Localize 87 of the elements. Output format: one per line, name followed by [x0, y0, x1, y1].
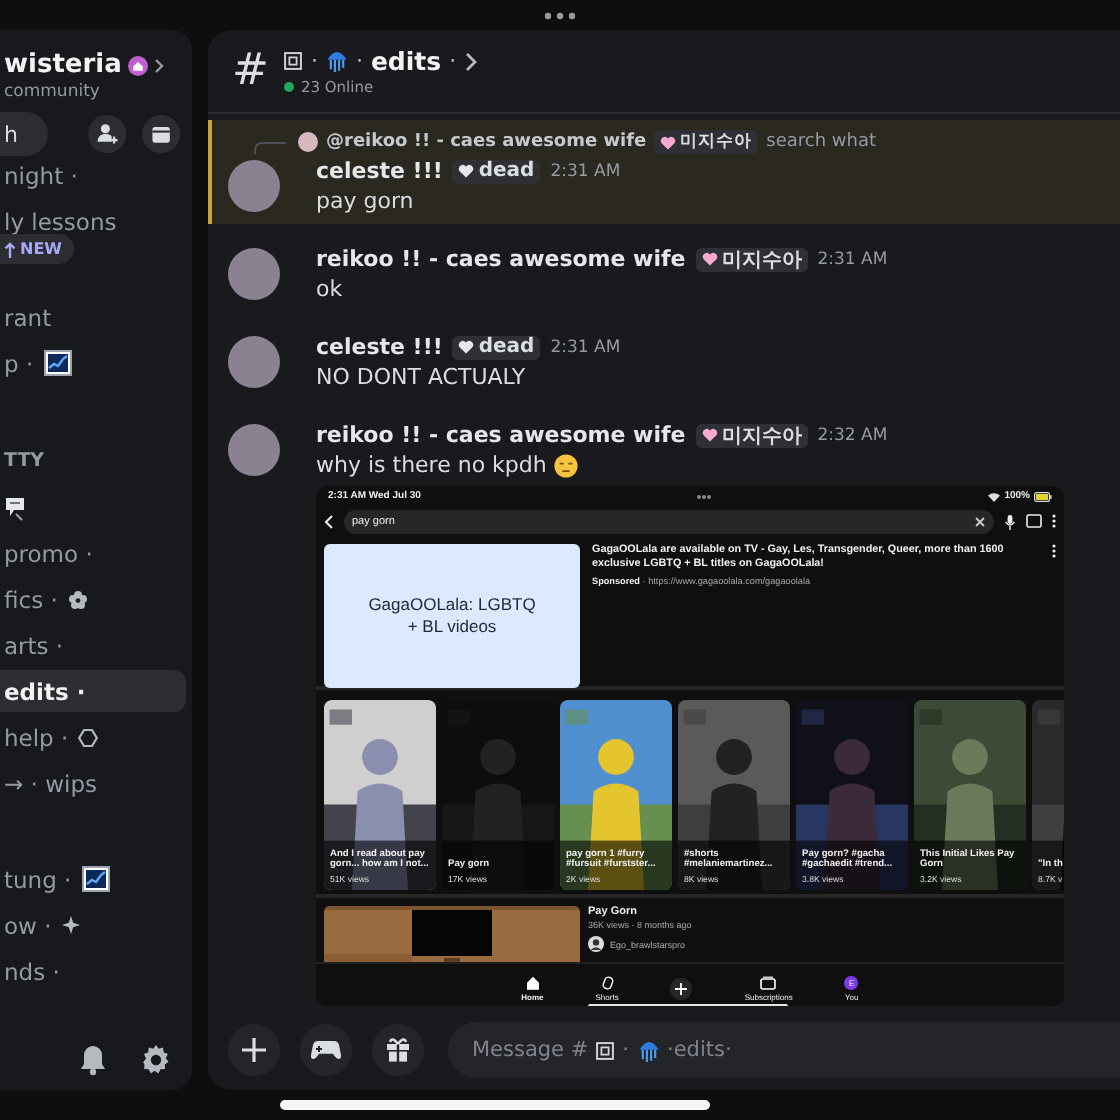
plus-icon[interactable] [228, 1024, 280, 1076]
timestamp: 2:31 AM [550, 161, 621, 181]
home-badge-icon [127, 55, 148, 75]
add-member-icon[interactable] [87, 112, 126, 156]
gamepad-icon[interactable] [300, 1024, 352, 1076]
more-icon[interactable] [544, 11, 576, 19]
channel-item[interactable]: ow · [0, 904, 186, 946]
role-tag: dead [452, 335, 541, 359]
bell-icon[interactable] [78, 1044, 108, 1076]
calendar-icon[interactable] [141, 112, 180, 156]
message-text: NO DONT ACTUALY [316, 362, 526, 392]
microphone-icon[interactable] [1004, 513, 1016, 529]
jellyfish-icon [637, 1037, 659, 1063]
gift-icon[interactable] [372, 1024, 424, 1076]
chart-icon [43, 350, 72, 376]
author-name[interactable]: celeste !!! [316, 158, 443, 184]
cast-icon[interactable] [1026, 514, 1042, 528]
channel-item[interactable]: edits · [0, 670, 186, 712]
shorts-icon [601, 975, 614, 989]
subscriptions-icon [760, 975, 777, 989]
avatar[interactable] [228, 424, 280, 476]
square-icon [596, 1041, 615, 1059]
status-dot [284, 82, 295, 92]
back-icon[interactable] [324, 513, 334, 529]
nav-tab[interactable] [670, 977, 693, 999]
flower-icon [67, 589, 88, 609]
category-label: TTY [2, 447, 47, 475]
avatar-icon [588, 936, 604, 952]
channel-item[interactable]: arts · [0, 624, 186, 666]
message-text: pay gorn [316, 186, 414, 216]
wifi-icon [988, 491, 1001, 501]
avatar[interactable] [228, 248, 280, 300]
chevron-right-icon [153, 57, 164, 73]
sparkle-icon [61, 916, 80, 934]
channel-item[interactable]: → · wips [0, 762, 186, 804]
author-name[interactable]: celeste !!! [316, 334, 443, 360]
timestamp: 2:32 AM [817, 425, 888, 445]
channel-item[interactable]: help · [0, 716, 186, 758]
avatar[interactable] [228, 336, 280, 388]
reply-text: search what [766, 132, 877, 152]
author-name[interactable]: reikoo !! - caes awesome wife [316, 246, 686, 272]
role-tag: 미지수아 [654, 130, 759, 154]
home-icon [525, 975, 540, 989]
message-text: why is there no kpdh [316, 450, 547, 480]
avatar [298, 132, 318, 152]
ad-thumbnail[interactable]: GagaOOLala: LGBTQ + BL videos [324, 544, 580, 688]
title-text: · [355, 48, 363, 74]
channel-hash: # [232, 49, 269, 93]
avatar[interactable] [228, 160, 280, 212]
server-name: wisteria [4, 50, 122, 80]
speech-bubble-icon [4, 493, 28, 521]
square-icon [284, 52, 303, 70]
role-tag: 미지수아 [695, 247, 808, 271]
chart-icon [81, 866, 110, 892]
channel-item[interactable]: p · [0, 342, 186, 384]
plus-icon [670, 977, 693, 999]
channel-name: edits [370, 46, 442, 76]
timestamp: 2:31 AM [817, 249, 888, 269]
reply-author[interactable]: @reikoo !! - caes awesome wife [326, 132, 647, 152]
author-name[interactable]: reikoo !! - caes awesome wife [316, 422, 686, 448]
arrow-up-icon [4, 241, 16, 257]
channel-item[interactable]: fics · [0, 578, 186, 620]
channel-item[interactable]: tung · [0, 858, 186, 900]
channel-item[interactable]: night · [0, 162, 186, 196]
hexagon-icon [78, 727, 99, 747]
more-icon [696, 493, 713, 499]
reply-connector [254, 142, 286, 154]
chevron-right-icon [464, 51, 479, 71]
message-input[interactable]: Message # · ·edits· [448, 1022, 1120, 1078]
title-text: · [449, 48, 457, 74]
channel-item[interactable]: ly lessons [0, 200, 186, 242]
timestamp: 2:31 AM [550, 337, 621, 357]
settings-icon[interactable] [140, 1044, 172, 1076]
channel-item[interactable]: rant [0, 296, 186, 338]
role-tag: 미지수아 [695, 423, 808, 447]
jellyfish-icon [325, 48, 348, 74]
server-subtitle: community [4, 82, 102, 102]
badge-label: NEW [20, 240, 62, 258]
role-tag: dead [452, 159, 541, 183]
channel-item[interactable]: nds · [0, 950, 186, 992]
title-text: · [310, 48, 318, 74]
channel-item[interactable]: promo · [0, 532, 186, 574]
screenshot-attachment[interactable] [316, 486, 1064, 1006]
battery-icon [1033, 491, 1052, 501]
message-text: ok [316, 274, 343, 304]
close-icon[interactable] [974, 515, 986, 527]
search-button[interactable]: h [0, 112, 48, 156]
